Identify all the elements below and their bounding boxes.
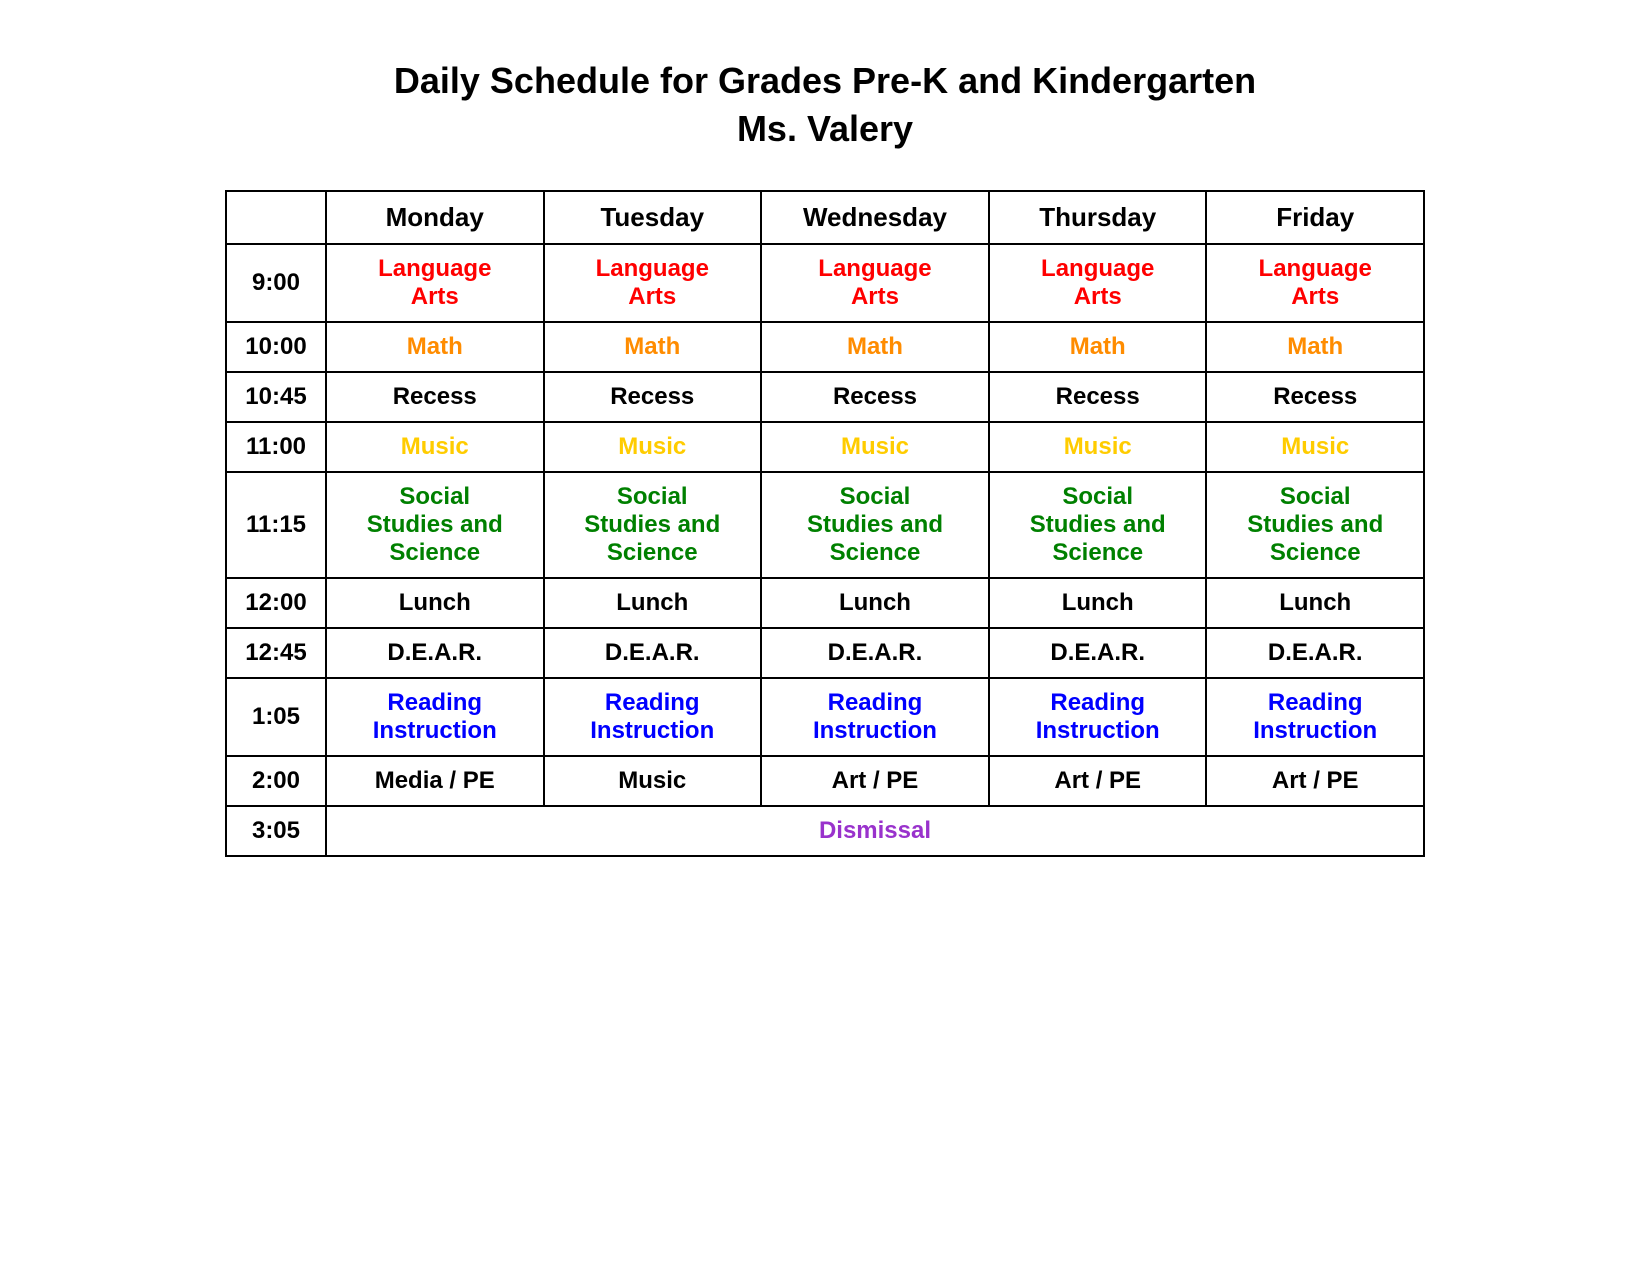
subject-cell: Recess (989, 372, 1207, 422)
page-container: Daily Schedule for Grades Pre-K and Kind… (225, 60, 1425, 857)
table-row: 10:45RecessRecessRecessRecessRecess (226, 372, 1424, 422)
schedule-table: Monday Tuesday Wednesday Thursday Friday… (225, 190, 1425, 857)
subject-cell: SocialStudies andScience (761, 472, 989, 578)
time-cell: 10:45 (226, 372, 326, 422)
subject-cell: SocialStudies andScience (544, 472, 762, 578)
subject-cell: LanguageArts (989, 244, 1207, 322)
subject-cell: D.E.A.R. (989, 628, 1207, 678)
time-cell: 12:45 (226, 628, 326, 678)
table-row: 12:45D.E.A.R.D.E.A.R.D.E.A.R.D.E.A.R.D.E… (226, 628, 1424, 678)
subject-cell: LanguageArts (1206, 244, 1424, 322)
subject-cell: Music (761, 422, 989, 472)
table-row: 3:05Dismissal (226, 806, 1424, 856)
subject-cell: D.E.A.R. (1206, 628, 1424, 678)
time-cell: 2:00 (226, 756, 326, 806)
header-friday: Friday (1206, 191, 1424, 244)
subject-cell: ReadingInstruction (1206, 678, 1424, 756)
subject-cell: Music (989, 422, 1207, 472)
subject-cell: Math (326, 322, 544, 372)
table-row: 10:00MathMathMathMathMath (226, 322, 1424, 372)
subject-cell: LanguageArts (544, 244, 762, 322)
subject-cell: Lunch (989, 578, 1207, 628)
header-thursday: Thursday (989, 191, 1207, 244)
subject-cell: ReadingInstruction (761, 678, 989, 756)
subject-cell: Lunch (1206, 578, 1424, 628)
table-row: 11:15SocialStudies andScienceSocialStudi… (226, 472, 1424, 578)
subject-cell: Recess (544, 372, 762, 422)
time-cell: 9:00 (226, 244, 326, 322)
time-cell: 12:00 (226, 578, 326, 628)
subject-cell: ReadingInstruction (989, 678, 1207, 756)
time-cell: 10:00 (226, 322, 326, 372)
subject-cell: ReadingInstruction (544, 678, 762, 756)
page-title-line1: Daily Schedule for Grades Pre-K and Kind… (394, 60, 1256, 102)
subject-cell: Music (544, 422, 762, 472)
table-row: 2:00Media / PEMusicArt / PEArt / PEArt /… (226, 756, 1424, 806)
table-row: 1:05ReadingInstructionReadingInstruction… (226, 678, 1424, 756)
subject-cell: Recess (761, 372, 989, 422)
table-row: 12:00LunchLunchLunchLunchLunch (226, 578, 1424, 628)
subject-cell: Lunch (761, 578, 989, 628)
subject-cell: SocialStudies andScience (326, 472, 544, 578)
table-row: 11:00MusicMusicMusicMusicMusic (226, 422, 1424, 472)
subject-cell: LanguageArts (326, 244, 544, 322)
table-row: 9:00LanguageArtsLanguageArtsLanguageArts… (226, 244, 1424, 322)
subject-cell: Math (989, 322, 1207, 372)
subject-cell: SocialStudies andScience (989, 472, 1207, 578)
time-cell: 1:05 (226, 678, 326, 756)
subject-cell: Math (544, 322, 762, 372)
page-title-line2: Ms. Valery (737, 108, 913, 150)
time-cell: 11:00 (226, 422, 326, 472)
subject-cell: LanguageArts (761, 244, 989, 322)
subject-cell: Music (1206, 422, 1424, 472)
subject-cell: Music (326, 422, 544, 472)
subject-cell: Lunch (544, 578, 762, 628)
subject-cell: Art / PE (761, 756, 989, 806)
subject-cell: Math (761, 322, 989, 372)
subject-cell: Recess (1206, 372, 1424, 422)
header-wednesday: Wednesday (761, 191, 989, 244)
subject-cell: D.E.A.R. (544, 628, 762, 678)
subject-cell: D.E.A.R. (761, 628, 989, 678)
subject-cell: Music (544, 756, 762, 806)
subject-cell: Art / PE (989, 756, 1207, 806)
subject-cell: D.E.A.R. (326, 628, 544, 678)
subject-cell: Recess (326, 372, 544, 422)
header-time (226, 191, 326, 244)
subject-cell: Lunch (326, 578, 544, 628)
subject-cell: SocialStudies andScience (1206, 472, 1424, 578)
dismissal-cell: Dismissal (326, 806, 1424, 856)
header-tuesday: Tuesday (544, 191, 762, 244)
subject-cell: Art / PE (1206, 756, 1424, 806)
time-cell: 3:05 (226, 806, 326, 856)
subject-cell: Media / PE (326, 756, 544, 806)
time-cell: 11:15 (226, 472, 326, 578)
subject-cell: ReadingInstruction (326, 678, 544, 756)
header-monday: Monday (326, 191, 544, 244)
subject-cell: Math (1206, 322, 1424, 372)
